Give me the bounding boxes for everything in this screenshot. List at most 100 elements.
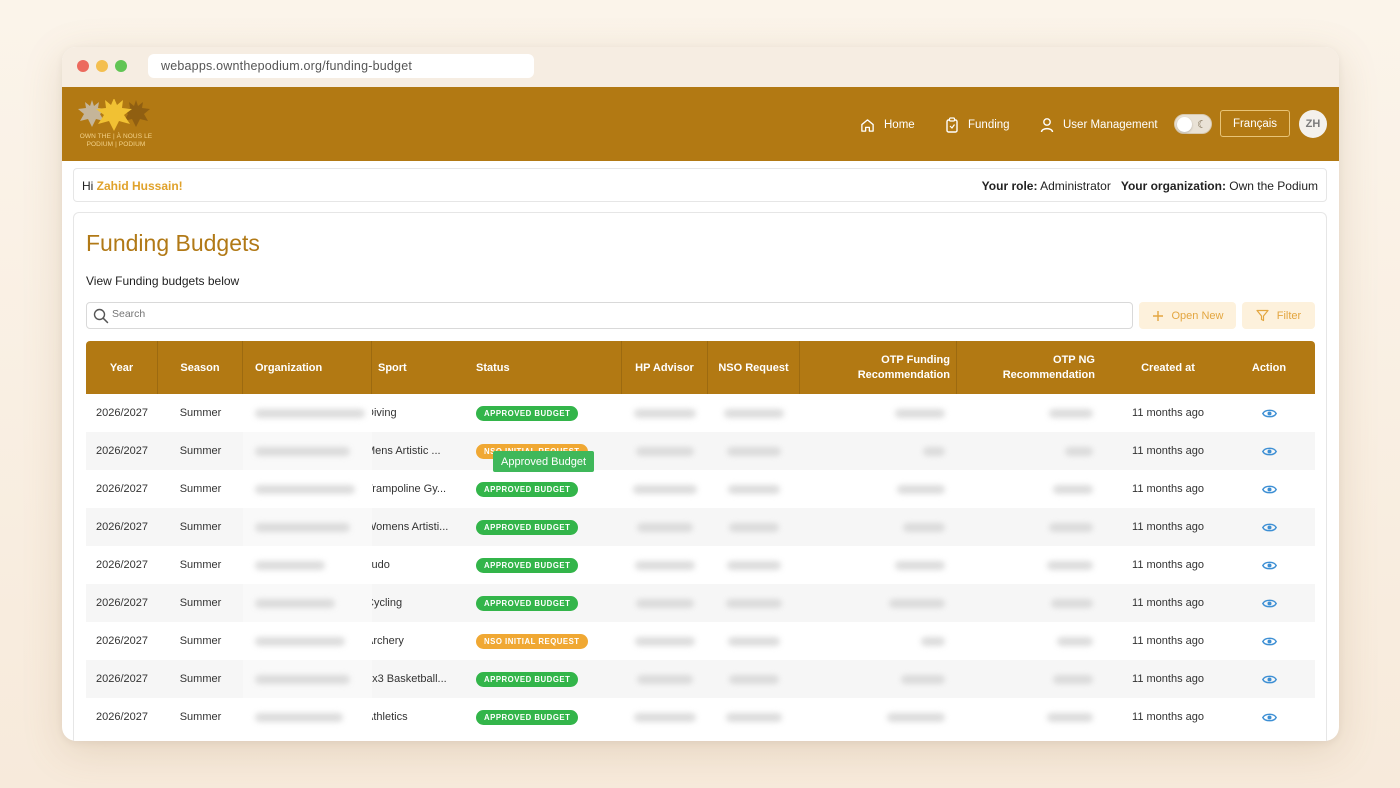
- header-status[interactable]: Status: [466, 341, 622, 394]
- table-row[interactable]: 2026/2027 Summer Trampoline Gy... APPROV…: [86, 470, 1315, 508]
- cell-sport: Judo: [372, 546, 466, 584]
- header-otp-ng[interactable]: OTP NG Recommendation: [957, 341, 1113, 394]
- table-row[interactable]: 2026/2027 Summer Archery NSO INITIAL REQ…: [86, 622, 1315, 660]
- logo-text: OWN THE | À NOUS LE PODIUM | PODIUM: [76, 133, 156, 149]
- view-eye-icon[interactable]: [1261, 636, 1277, 647]
- redacted-value: [635, 636, 695, 646]
- minimize-window-button[interactable]: [96, 60, 108, 72]
- header-otp-funding-line1: OTP Funding: [881, 354, 950, 366]
- cell-action: [1223, 660, 1315, 698]
- search-input[interactable]: [112, 308, 1012, 320]
- cell-status: APPROVED BUDGET: [466, 394, 622, 432]
- redacted-value: [255, 712, 343, 722]
- header-season[interactable]: Season: [158, 341, 243, 394]
- cell-organization: [243, 508, 372, 546]
- cell-status: APPROVED BUDGET: [466, 508, 622, 546]
- table-row[interactable]: 2026/2027 Summer Diving APPROVED BUDGET …: [86, 394, 1315, 432]
- sport-label: Archery: [372, 635, 404, 647]
- status-badge: APPROVED BUDGET: [476, 519, 579, 535]
- greeting-prefix: Hi: [82, 179, 97, 193]
- header-otp-funding[interactable]: OTP Funding Recommendation: [800, 341, 957, 394]
- sport-label: Trampoline Gy...: [372, 483, 447, 495]
- home-icon: [861, 118, 874, 132]
- close-window-button[interactable]: [77, 60, 89, 72]
- cell-year: 2026/2027: [96, 445, 148, 457]
- redacted-value: [727, 446, 781, 456]
- search-box[interactable]: [86, 302, 1133, 329]
- view-eye-icon[interactable]: [1261, 522, 1277, 533]
- theme-toggle[interactable]: ☾: [1174, 114, 1212, 134]
- redacted-value: [1053, 484, 1093, 494]
- user-avatar[interactable]: ZH: [1299, 110, 1327, 138]
- sport-label: Mens Artistic ...: [372, 445, 441, 457]
- table-row[interactable]: 2026/2027 Summer Mens Artistic ... NSO I…: [86, 432, 1315, 470]
- sport-label: Cycling: [372, 597, 403, 609]
- redacted-value: [255, 636, 345, 646]
- header-sport[interactable]: Sport: [372, 341, 466, 394]
- status-badge: APPROVED BUDGET: [476, 595, 579, 611]
- redacted-value: [726, 712, 782, 722]
- redacted-value: [1049, 522, 1093, 532]
- cell-sport: Mens Artistic ...: [372, 432, 466, 470]
- header-organization[interactable]: Organization: [243, 341, 372, 394]
- table-row[interactable]: 2026/2027 Summer Cycling APPROVED BUDGET…: [86, 584, 1315, 622]
- cell-season: Summer: [179, 407, 222, 419]
- open-new-button[interactable]: Open New: [1139, 302, 1236, 329]
- header-nso-request[interactable]: NSO Request: [708, 341, 800, 394]
- cell-sport: 3x3 Basketball...: [372, 660, 466, 698]
- language-button[interactable]: Français: [1220, 110, 1290, 137]
- cell-otp-funding: [800, 584, 957, 622]
- table-row[interactable]: 2026/2027 Summer Athletics APPROVED BUDG…: [86, 698, 1315, 736]
- redacted-value: [901, 674, 945, 684]
- header-created-at[interactable]: Created at: [1113, 341, 1223, 394]
- header-hp-advisor[interactable]: HP Advisor: [622, 341, 708, 394]
- view-eye-icon[interactable]: [1261, 446, 1277, 457]
- redacted-value: [637, 674, 693, 684]
- page-title: Funding Budgets: [86, 230, 260, 256]
- table-row[interactable]: 2026/2027 Summer Judo APPROVED BUDGET 11…: [86, 546, 1315, 584]
- redacted-value: [897, 484, 945, 494]
- redacted-value: [728, 636, 780, 646]
- own-the-podium-logo[interactable]: OWN THE | À NOUS LE PODIUM | PODIUM: [76, 99, 156, 149]
- user-icon: [1040, 118, 1054, 133]
- table-row[interactable]: 2026/2027 Summer Womens Artisti... APPRO…: [86, 508, 1315, 546]
- view-eye-icon[interactable]: [1261, 674, 1277, 685]
- nav-home[interactable]: Home: [860, 115, 915, 135]
- header-year[interactable]: Year: [86, 341, 158, 394]
- view-eye-icon[interactable]: [1261, 560, 1277, 571]
- redacted-value: [1065, 446, 1093, 456]
- header-otp-ng-line2: Recommendation: [1002, 369, 1095, 381]
- view-eye-icon[interactable]: [1261, 408, 1277, 419]
- cell-otp-funding: [800, 698, 957, 736]
- redacted-value: [889, 598, 945, 608]
- redacted-value: [1049, 408, 1093, 418]
- cell-status: NSO INITIAL REQUEST: [466, 622, 622, 660]
- view-eye-icon[interactable]: [1261, 598, 1277, 609]
- view-eye-icon[interactable]: [1261, 712, 1277, 723]
- nav-funding-label: Funding: [968, 119, 1010, 131]
- redacted-value: [726, 598, 782, 608]
- redacted-value: [728, 484, 780, 494]
- cell-otp-funding: [800, 432, 957, 470]
- cell-year: 2026/2027: [96, 711, 148, 723]
- redacted-value: [255, 560, 325, 570]
- cell-organization: [243, 698, 372, 736]
- cell-hp-advisor: [622, 584, 708, 622]
- table-row[interactable]: 2026/2027 Summer 3x3 Basketball... APPRO…: [86, 660, 1315, 698]
- cell-nso-request: [708, 508, 800, 546]
- nav-user-management[interactable]: User Management: [1040, 115, 1158, 135]
- nav-funding[interactable]: Funding: [945, 115, 1010, 135]
- maximize-window-button[interactable]: [115, 60, 127, 72]
- cell-sport: Diving: [372, 394, 466, 432]
- cell-otp-ng: [957, 470, 1113, 508]
- filter-button[interactable]: Filter: [1242, 302, 1315, 329]
- status-badge: APPROVED BUDGET: [476, 405, 579, 421]
- cell-otp-ng: [957, 660, 1113, 698]
- cell-sport: Athletics: [372, 698, 466, 736]
- cell-organization: [243, 470, 372, 508]
- view-eye-icon[interactable]: [1261, 484, 1277, 495]
- address-bar[interactable]: webapps.ownthepodium.org/funding-budget: [148, 54, 534, 78]
- cell-nso-request: [708, 432, 800, 470]
- cell-sport: Archery: [372, 622, 466, 660]
- cell-status: APPROVED BUDGET: [466, 584, 622, 622]
